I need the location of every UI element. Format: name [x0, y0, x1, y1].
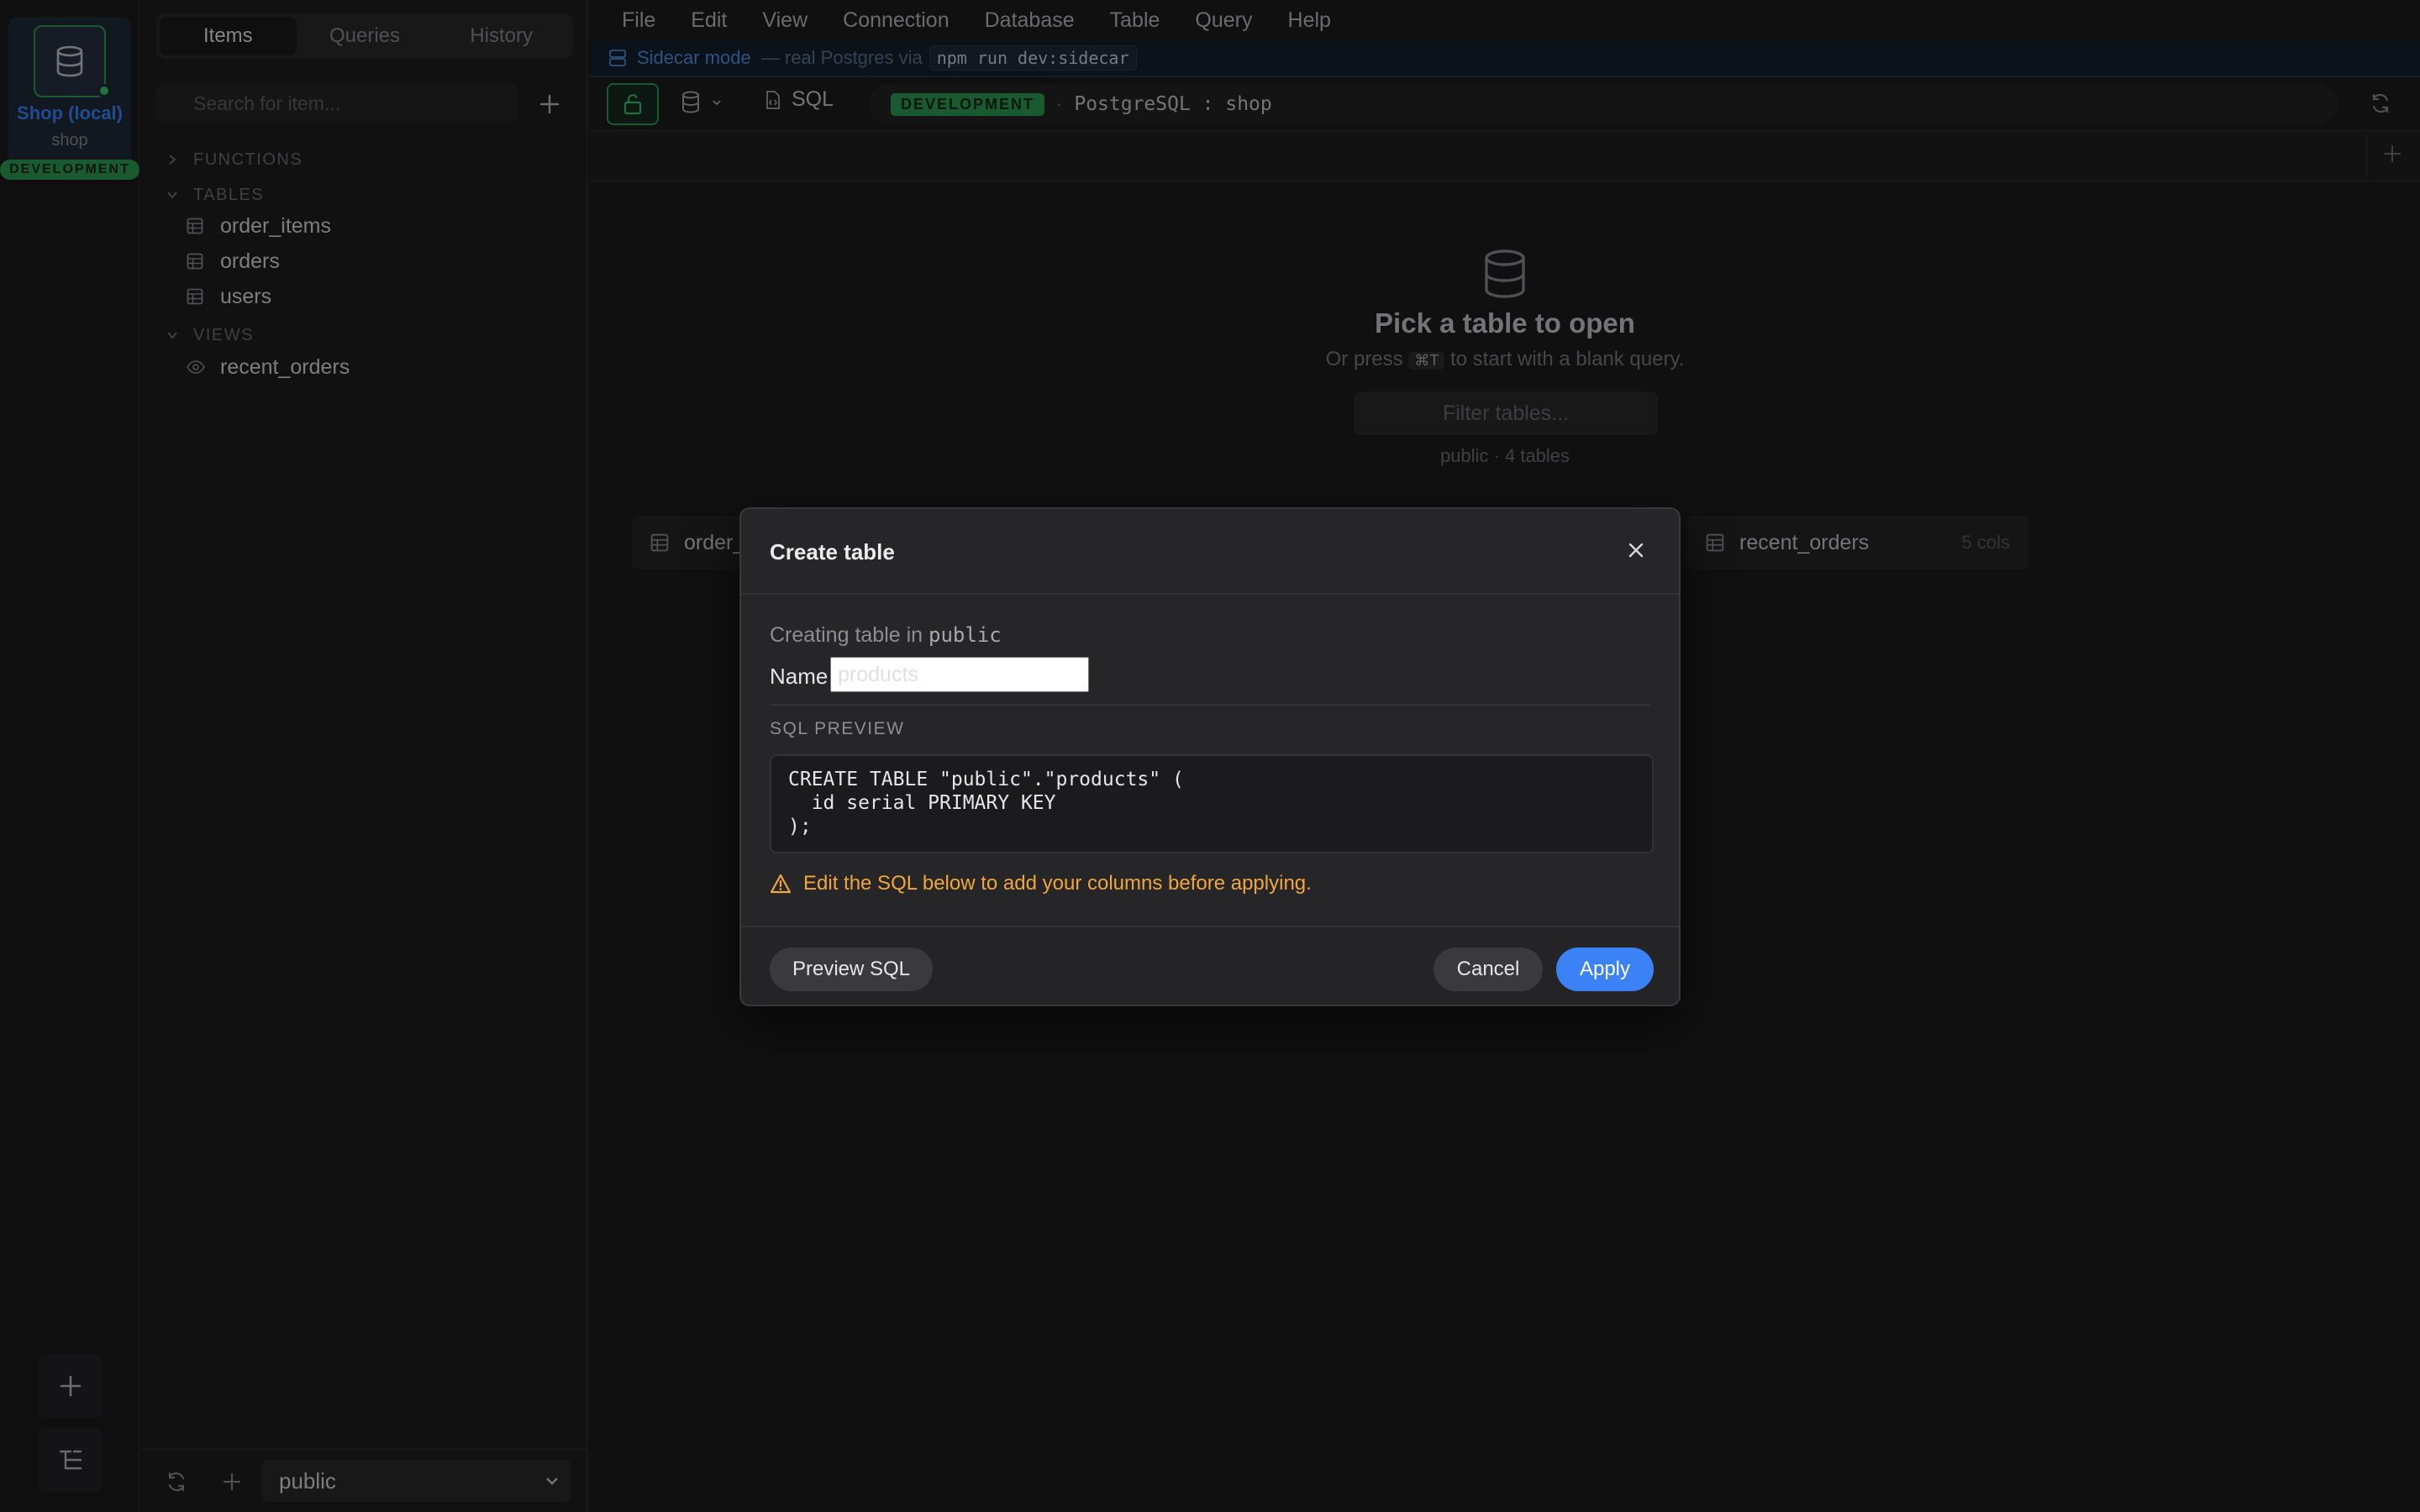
warning-message: Edit the SQL below to add your columns b… [770, 872, 1312, 895]
dialog-footer: Preview SQL Cancel Apply [741, 926, 1679, 1005]
sql-line: CREATE TABLE "public"."products" ( [788, 769, 1184, 790]
cancel-button[interactable]: Cancel [1434, 948, 1543, 991]
preview-sql-button[interactable]: Preview SQL [770, 948, 933, 991]
close-icon [1628, 543, 1644, 558]
schema-name: public [929, 623, 1002, 647]
creating-in-schema: Creating table in public [770, 623, 1002, 648]
close-button[interactable] [1627, 541, 1645, 559]
sql-line: ); [788, 816, 812, 837]
apply-button[interactable]: Apply [1556, 948, 1654, 991]
dialog-header: Create table [741, 509, 1679, 595]
name-label: Name [770, 664, 829, 689]
sql-line: id serial PRIMARY KEY [788, 792, 1056, 814]
table-name-input[interactable] [830, 657, 1089, 692]
warning-icon [770, 874, 792, 894]
sql-preview-editor[interactable]: CREATE TABLE "public"."products" ( id se… [770, 754, 1654, 853]
dialog-title: Create table [770, 539, 895, 564]
warning-text: Edit the SQL below to add your columns b… [803, 872, 1312, 895]
create-table-dialog: Create table Creating table in public Na… [739, 507, 1681, 1006]
divider [770, 704, 1650, 706]
creating-prefix: Creating table in [770, 623, 923, 647]
sql-preview-label: SQL PREVIEW [770, 719, 905, 738]
